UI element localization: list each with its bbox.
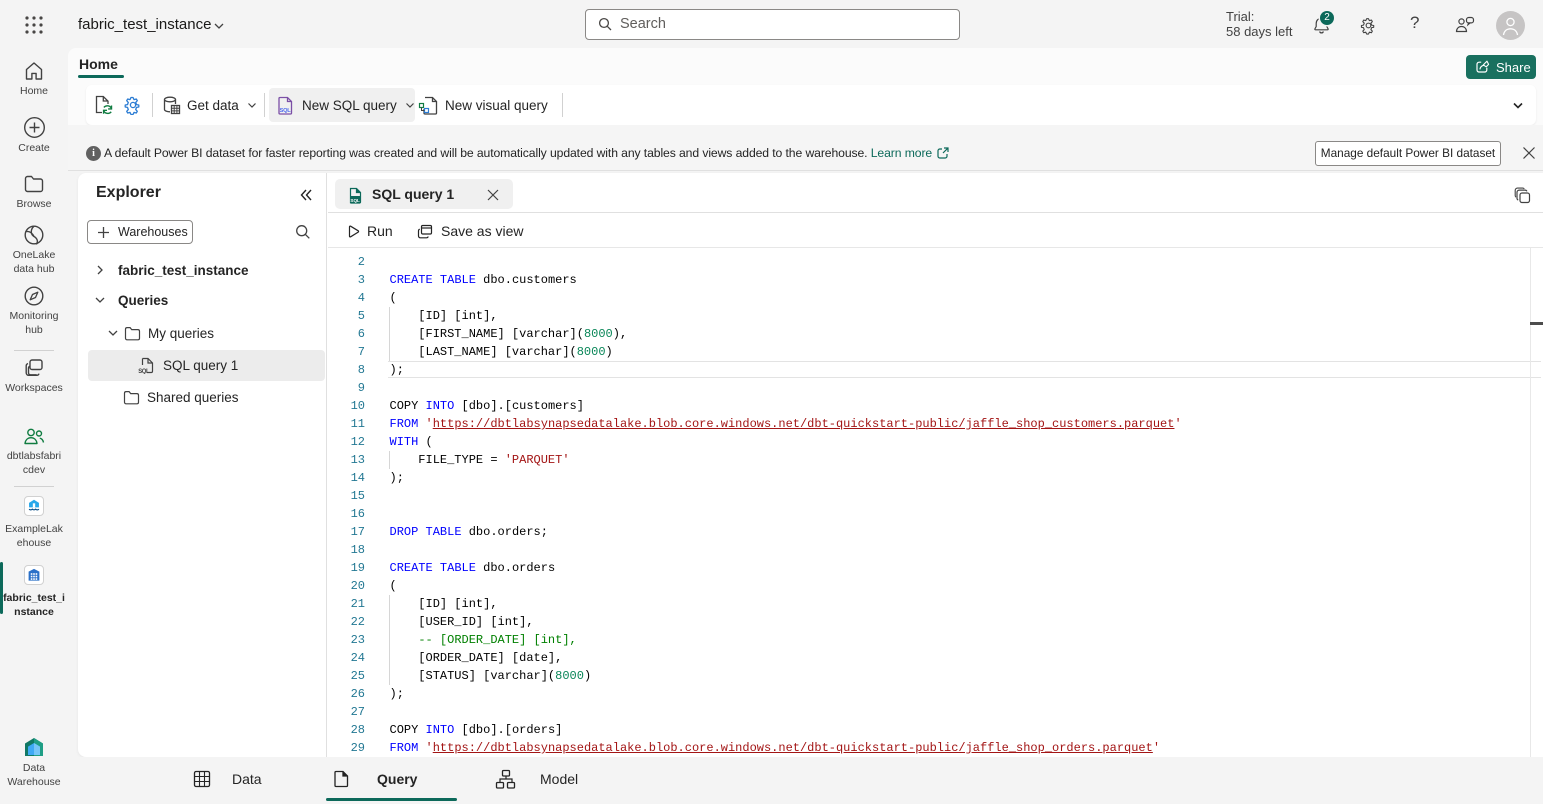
svg-text:SQL: SQL xyxy=(138,369,150,374)
svg-text:SQL: SQL xyxy=(280,108,292,114)
svg-text:SQL: SQL xyxy=(350,198,360,203)
